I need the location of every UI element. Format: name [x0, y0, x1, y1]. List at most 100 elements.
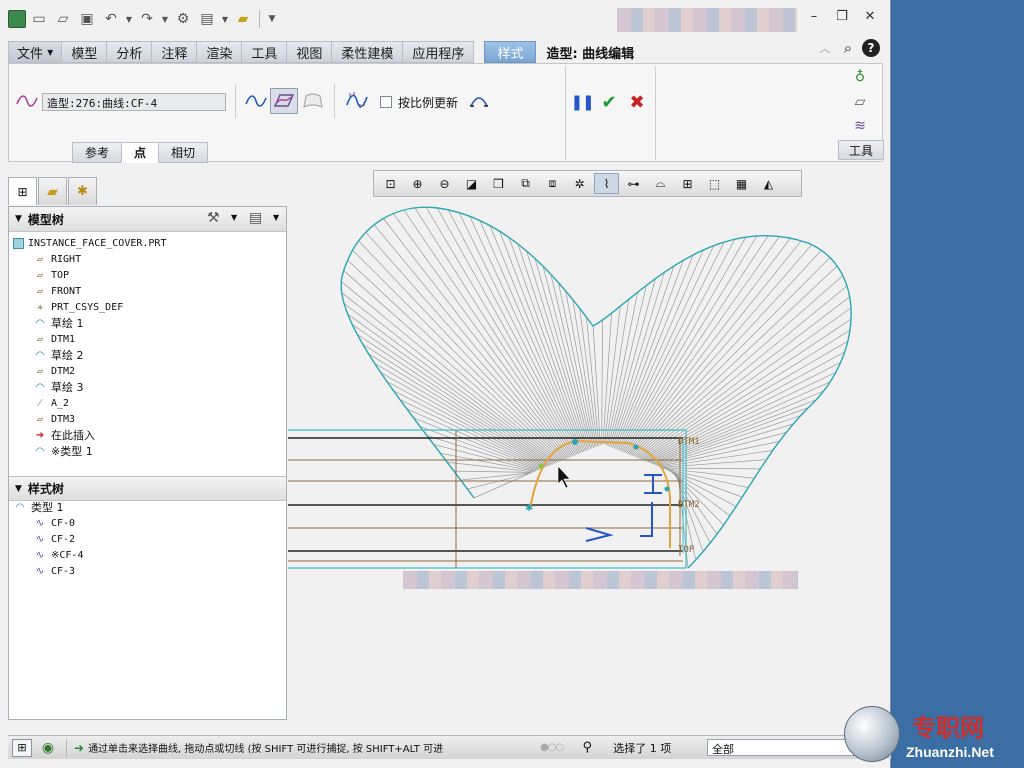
subtab-references[interactable]: 参考	[72, 142, 122, 163]
style-tree-header[interactable]: ▼ 样式树	[9, 476, 286, 501]
perspective-icon[interactable]: ◭	[756, 173, 781, 194]
maximize-icon[interactable]: ❐	[830, 6, 854, 26]
curve-on-surface-icon[interactable]	[302, 91, 324, 111]
style-tree-curve[interactable]: ∿ CF-2	[33, 531, 75, 547]
tab-view[interactable]: 视图	[286, 41, 332, 63]
tab-tools[interactable]: 工具	[241, 41, 287, 63]
model-tree-item[interactable]: ▱ DTM2	[33, 363, 75, 379]
selection-filter-icon[interactable]: ⚲	[575, 739, 599, 757]
tab-analysis[interactable]: 分析	[106, 41, 152, 63]
close-window-icon[interactable]: ▰	[232, 8, 254, 30]
style-tree-curve[interactable]: ∿ CF-0	[33, 515, 75, 531]
tree-columns-icon[interactable]: ▤	[249, 210, 262, 226]
selection-filter-dropdown[interactable]: 全部	[707, 739, 857, 756]
control-point[interactable]	[572, 439, 578, 445]
model-tree-item[interactable]: ◠ ※类型 1	[33, 443, 93, 459]
search-icon[interactable]: ⌕	[838, 38, 858, 58]
model-tree-item[interactable]: ▱ FRONT	[33, 283, 81, 299]
geometry-check-icon[interactable]: ♁	[851, 68, 869, 86]
customize-toolbar-icon[interactable]: ▼	[265, 8, 279, 30]
proportional-update-checkbox[interactable]	[380, 96, 392, 108]
style-tree-curve[interactable]: ∿ CF-3	[33, 563, 75, 579]
pause-icon[interactable]: ❚❚	[570, 93, 594, 111]
layout-single-icon[interactable]: ⊞	[675, 173, 700, 194]
datum-axis-icon: ⁄	[39, 397, 41, 409]
tab-file[interactable]: 文件 ▼	[8, 41, 62, 63]
refit-icon[interactable]: ⊡	[378, 173, 403, 194]
regenerate-icon[interactable]: ⚙	[172, 8, 194, 30]
tab-applications[interactable]: 应用程序	[402, 41, 475, 63]
tab-flexible-modeling[interactable]: 柔性建模	[331, 41, 403, 63]
model-tree-item[interactable]: ▱ TOP	[33, 267, 69, 283]
model-tree-item[interactable]: ◠ 草绘 2	[33, 347, 84, 363]
saved-views-icon[interactable]: ⧉	[513, 173, 538, 194]
display-style-icon[interactable]: ❒	[486, 173, 511, 194]
subtab-points[interactable]: 点	[121, 142, 159, 163]
curve-reference-field[interactable]: 造型:276:曲线:CF-4	[42, 93, 226, 111]
model-tree-header[interactable]: ▼ 模型树 ⚒ ▼ ▤ ▼	[9, 207, 286, 232]
tree-settings-icon[interactable]: ⚒	[207, 210, 220, 226]
subtab-tangent[interactable]: 相切	[158, 142, 209, 163]
help-icon[interactable]: ?	[862, 39, 880, 57]
model-tree-item[interactable]: ◠ 草绘 3	[33, 379, 84, 395]
tree-columns-dropdown-icon[interactable]: ▼	[273, 213, 279, 222]
model-tree-item[interactable]: ▱ DTM1	[33, 331, 75, 347]
windows-dropdown-icon[interactable]: ▼	[220, 8, 230, 30]
cancel-x-icon[interactable]: ✖	[626, 92, 648, 113]
zoom-in-icon[interactable]: ⊕	[405, 173, 430, 194]
open-folder-icon[interactable]: ▱	[52, 8, 74, 30]
model-tree-item[interactable]: ▱ DTM3	[33, 411, 75, 427]
repaint-icon[interactable]: ◪	[459, 173, 484, 194]
new-file-icon[interactable]: ▭	[28, 8, 50, 30]
control-point[interactable]	[633, 444, 639, 450]
curvature-display-icon[interactable]: ⌇	[594, 173, 619, 194]
model-tree-item[interactable]: ➜ 在此插入	[33, 427, 95, 443]
control-point[interactable]	[664, 486, 670, 492]
points-display-icon[interactable]: ⊶	[621, 173, 646, 194]
accept-check-icon[interactable]: ✔	[598, 92, 620, 113]
section-curve-icon[interactable]	[468, 92, 490, 110]
style-tree-curve[interactable]: ∿ ※CF-4	[33, 547, 84, 563]
surface-display-icon[interactable]: ⌓	[648, 173, 673, 194]
model-tree-tab[interactable]: ⊞	[8, 177, 37, 205]
model-viewport[interactable]: ✱ DTM1 DTM2 TOP	[288, 198, 884, 618]
tree-settings-dropdown-icon[interactable]: ▼	[231, 213, 237, 222]
collapse-ribbon-icon[interactable]: ︿	[816, 40, 834, 56]
datum-display-icon[interactable]: ✲	[567, 173, 592, 194]
redo-dropdown-icon[interactable]: ▼	[160, 8, 170, 30]
ribbon-separator	[235, 84, 236, 118]
favorites-tab[interactable]: ✱	[68, 177, 97, 205]
layout-rotate-icon[interactable]: ⬚	[702, 173, 727, 194]
tab-render[interactable]: 渲染	[196, 41, 242, 63]
navigator-toggle-icon[interactable]: ⊞	[12, 738, 32, 757]
minimize-icon[interactable]: –	[802, 6, 826, 26]
model-tree-item[interactable]: ▱ RIGHT	[33, 251, 81, 267]
comb-line	[643, 340, 848, 461]
tab-annotate[interactable]: 注释	[151, 41, 197, 63]
model-tree-root[interactable]: INSTANCE_FACE_COVER.PRT	[13, 235, 166, 251]
app-logo-icon[interactable]	[8, 10, 26, 28]
layout-four-icon[interactable]: ▦	[729, 173, 754, 194]
save-icon[interactable]: ▣	[76, 8, 98, 30]
undo-dropdown-icon[interactable]: ▼	[124, 8, 134, 30]
tab-model[interactable]: 模型	[61, 41, 107, 63]
curvature-comb-icon[interactable]	[345, 91, 369, 111]
browser-toggle-icon[interactable]: ◉	[38, 739, 58, 757]
model-tree-item[interactable]: ✳ PRT_CSYS_DEF	[33, 299, 123, 315]
style-tree-root[interactable]: ◠ 类型 1	[13, 499, 64, 515]
tab-style[interactable]: 样式	[484, 41, 537, 63]
close-icon[interactable]: ✕	[858, 6, 882, 26]
undo-icon[interactable]: ↶	[100, 8, 122, 30]
view-manager-icon[interactable]: ⧈	[540, 173, 565, 194]
plane-tool-icon[interactable]: ▱	[851, 93, 869, 111]
control-point[interactable]	[538, 463, 544, 469]
tools-group-button[interactable]: 工具	[838, 140, 884, 160]
model-tree-item[interactable]: ⁄ A_2	[33, 395, 69, 411]
free-curve-icon[interactable]	[244, 92, 268, 110]
folder-browser-tab[interactable]: ▰	[38, 177, 67, 205]
windows-icon[interactable]: ▤	[196, 8, 218, 30]
redo-icon[interactable]: ↷	[136, 8, 158, 30]
surface-analysis-icon[interactable]: ≋	[851, 117, 869, 135]
model-tree-item[interactable]: ◠ 草绘 1	[33, 315, 84, 331]
zoom-out-icon[interactable]: ⊖	[432, 173, 457, 194]
